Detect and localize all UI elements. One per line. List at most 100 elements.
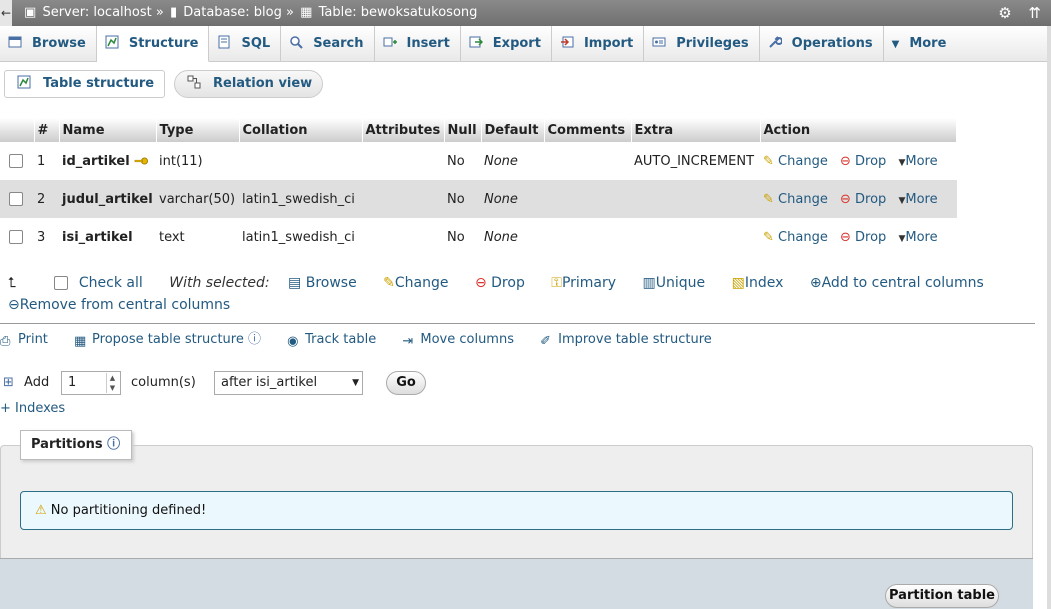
subtab-relation-view[interactable]: Relation view <box>174 70 324 98</box>
partition-table-button[interactable]: Partition table <box>885 584 999 608</box>
insert-icon <box>383 37 397 47</box>
table-icon: ▦ <box>300 5 313 20</box>
tab-operations[interactable]: Operations <box>760 26 884 62</box>
drop-column-link[interactable]: ⊖ Drop <box>840 230 886 245</box>
help-icon[interactable]: ⓘ <box>248 332 261 347</box>
tab-label: Search <box>313 36 364 51</box>
tab-privileges[interactable]: Privileges <box>644 26 760 62</box>
table-row: 3 isi_artikel text latin1_swedish_ci No … <box>0 218 957 256</box>
drop-column-link[interactable]: ⊖ Drop <box>840 192 886 207</box>
bulk-browse-button[interactable]: ▤ Browse <box>288 272 357 294</box>
header-type[interactable]: Type <box>156 118 240 142</box>
drop-column-link[interactable]: ⊖ Drop <box>840 154 886 169</box>
breadcrumb-table[interactable]: Table: bewoksatukosong <box>319 5 478 20</box>
column-attributes <box>362 180 444 218</box>
primary-key-icon <box>134 157 148 164</box>
more-actions-link[interactable]: ▼More <box>898 230 937 245</box>
tab-insert[interactable]: Insert <box>375 26 461 62</box>
header-null[interactable]: Null <box>444 118 482 142</box>
column-position-select[interactable]: after isi_artikel ▼ <box>214 371 363 395</box>
row-checkbox[interactable] <box>9 154 23 168</box>
tab-structure[interactable]: Structure <box>96 26 210 62</box>
more-actions-link[interactable]: ▼More <box>898 154 937 169</box>
column-collation: latin1_swedish_ci <box>242 229 355 245</box>
row-num: 2 <box>34 180 59 218</box>
action-label: More <box>905 229 938 245</box>
browse-icon <box>8 36 22 48</box>
breadcrumb-server[interactable]: Server: localhost <box>42 5 151 20</box>
tool-label: Move columns <box>420 332 514 347</box>
tab-sql[interactable]: SQL <box>209 26 282 62</box>
change-column-link[interactable]: ✎ Change <box>763 154 828 169</box>
row-checkbox[interactable] <box>9 230 23 244</box>
breadcrumb-database[interactable]: Database: blog <box>183 5 282 20</box>
tab-search[interactable]: Search <box>281 26 375 62</box>
header-num: # <box>34 118 60 142</box>
header-action: Action <box>760 118 957 142</box>
chevron-down-icon: ▼ <box>891 39 900 50</box>
bulk-index-button[interactable]: ▧Index <box>732 272 784 294</box>
column-collation <box>239 142 362 180</box>
add-column-row: ⊞ Add 1 ▲ ▼ column(s) after isi_artikel ▼ G… <box>3 371 433 395</box>
header-extra[interactable]: Extra <box>631 118 761 142</box>
column-null: No <box>447 229 465 245</box>
bulk-add-central-button[interactable]: ⊕Add to central columns <box>810 272 984 294</box>
column-extra: AUTO_INCREMENT <box>634 153 755 169</box>
column-count-input[interactable]: 1 ▲ ▼ <box>61 371 121 395</box>
header-default[interactable]: Default <box>481 118 545 142</box>
tab-more[interactable]: ▼ More <box>884 26 957 62</box>
action-label: Drop <box>855 191 887 207</box>
header-collation[interactable]: Collation <box>239 118 363 142</box>
bulk-unique-button[interactable]: ▥Unique <box>643 272 706 294</box>
print-link[interactable]: ⎙ Print <box>0 330 48 350</box>
tab-label: Structure <box>128 36 199 51</box>
improve-structure-link[interactable]: ✐ Improve table structure <box>540 330 712 350</box>
tab-browse[interactable]: Browse <box>0 26 97 62</box>
propose-structure-link[interactable]: ▦ Propose table structure ⓘ <box>74 330 261 350</box>
column-comments <box>544 142 631 180</box>
scrollbar[interactable] <box>1047 26 1051 609</box>
sql-icon <box>218 35 230 49</box>
drop-icon: ⊖ <box>839 191 851 207</box>
check-all-checkbox[interactable] <box>54 276 69 290</box>
gear-icon[interactable]: ⚙ <box>998 4 1011 22</box>
import-icon <box>560 36 574 48</box>
bulk-remove-central-button[interactable]: ⊖Remove from central columns <box>8 294 230 316</box>
bulk-change-button[interactable]: ✎Change <box>383 272 448 294</box>
drop-icon: ⊖ <box>839 153 851 169</box>
go-button[interactable]: Go <box>386 371 426 395</box>
action-label: Change <box>778 191 828 207</box>
column-comments <box>544 218 631 256</box>
subtab-table-structure[interactable]: Table structure <box>4 70 166 98</box>
change-column-link[interactable]: ✎ Change <box>763 230 828 245</box>
help-icon[interactable]: ⓘ <box>107 437 120 452</box>
change-column-link[interactable]: ✎ Change <box>763 192 828 207</box>
header-name[interactable]: Name <box>59 118 157 142</box>
move-columns-link[interactable]: ⇥ Move columns <box>402 330 514 350</box>
collapse-up-icon[interactable]: ⇈ <box>1028 4 1041 22</box>
structure-table: # Name Type Collation Attributes Null De… <box>0 118 957 256</box>
divider <box>0 323 1035 324</box>
tab-export[interactable]: Export <box>461 26 552 62</box>
header-comments[interactable]: Comments <box>544 118 632 142</box>
track-table-link[interactable]: ◉ Track table <box>287 330 376 350</box>
more-actions-link[interactable]: ▼More <box>898 192 937 207</box>
main-tabs: Browse Structure SQL Search Insert Expor… <box>0 26 1051 62</box>
column-type: text <box>159 229 185 245</box>
tab-import[interactable]: Import <box>552 26 645 62</box>
tab-label: Import <box>583 36 634 51</box>
tab-label: Privileges <box>676 36 749 51</box>
check-all-label[interactable]: Check all <box>79 272 143 294</box>
action-label: Change <box>778 229 828 245</box>
stepper-icon[interactable]: ▲ ▼ <box>106 373 118 393</box>
header-attributes[interactable]: Attributes <box>362 118 445 142</box>
collapse-nav-button[interactable]: ← <box>0 0 12 26</box>
structure-tools: ⎙ Print ▦ Propose table structure ⓘ ◉ Track… <box>0 330 734 350</box>
bulk-drop-button[interactable]: ⊖ Drop <box>475 272 525 294</box>
indexes-toggle[interactable]: + Indexes <box>0 399 65 419</box>
bulk-primary-button[interactable]: ⚿Primary <box>551 272 616 294</box>
row-checkbox[interactable] <box>9 192 23 206</box>
column-name: judul_artikel <box>62 191 153 207</box>
add-central-icon: ⊕ <box>809 275 822 291</box>
column-name: id_artikel <box>62 153 130 169</box>
